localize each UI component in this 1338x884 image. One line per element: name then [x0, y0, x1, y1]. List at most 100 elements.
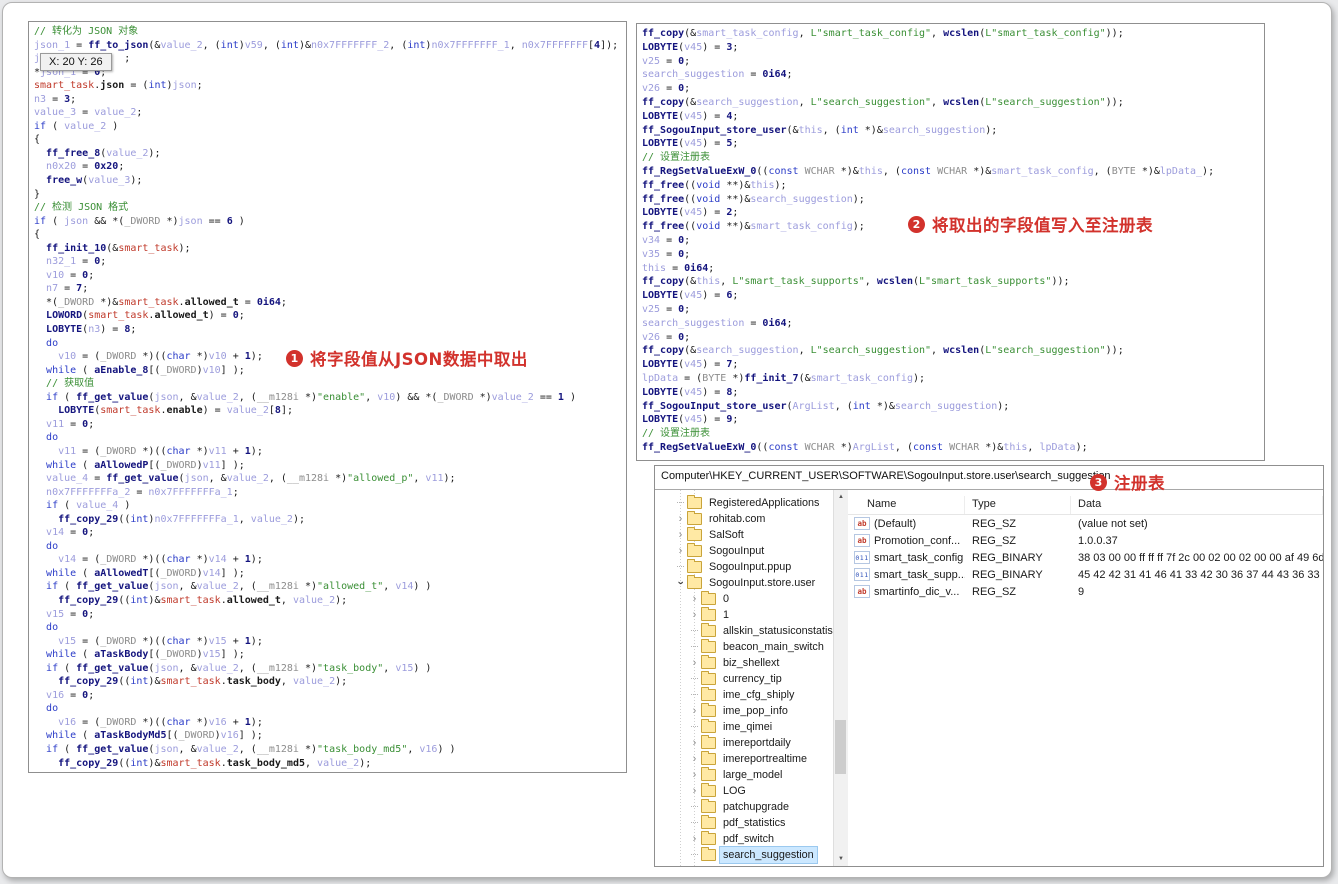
reg-sz-icon: ab: [854, 517, 870, 530]
registry-tree-item-patchupgrade[interactable]: patchupgrade: [655, 799, 833, 815]
registry-tree-item-beacon_main_switch[interactable]: beacon_main_switch: [655, 639, 833, 655]
chevron-right-icon[interactable]: ›: [688, 705, 701, 717]
code-line: v25 = 0;: [642, 303, 691, 315]
chevron-right-icon[interactable]: ›: [688, 737, 701, 749]
registry-tree-item-SogouInput.store.user[interactable]: › SogouInput.store.user: [655, 575, 833, 591]
chevron-right-icon[interactable]: ›: [674, 513, 687, 525]
folder-icon: [701, 607, 716, 621]
registry-value-row[interactable]: 011 smart_task_supp... REG_BINARY 45 42 42 …: [848, 566, 1323, 583]
tree-dash: [674, 561, 687, 573]
folder-icon: [687, 527, 702, 541]
registry-tree-item-search_suggestion[interactable]: search_suggestion: [655, 846, 833, 864]
registry-tree-item-0[interactable]: › 0: [655, 591, 833, 607]
registry-value-row[interactable]: 011 smart_task_config REG_BINARY 38 03 00 0…: [848, 549, 1323, 566]
chevron-right-icon[interactable]: ›: [688, 769, 701, 781]
code-line: json_1 = ff_to_json(&value_2, (int)v59, …: [34, 39, 619, 51]
step-2-text: 将取出的字段值写入至注册表: [932, 216, 1153, 235]
registry-tree-item-SalSoft[interactable]: › SalSoft: [655, 527, 833, 543]
column-header-type[interactable]: Type: [965, 496, 1071, 514]
scroll-up-icon[interactable]: ▲: [834, 490, 848, 504]
folder-icon: [687, 575, 702, 589]
registry-tree-item-biz_shellext[interactable]: › biz_shellext: [655, 655, 833, 671]
values-header-row: Name Type Data: [848, 496, 1323, 515]
registry-value-row[interactable]: ab Promotion_conf... REG_SZ 1.0.0.37: [848, 532, 1323, 549]
registry-tree-item-ime_qimei[interactable]: ime_qimei: [655, 719, 833, 735]
code-line: while ( aAllowedT[(_DWORD)v14] );: [46, 567, 245, 579]
value-data: 1.0.0.37: [1078, 534, 1118, 547]
chevron-right-icon[interactable]: ›: [688, 657, 701, 669]
code-line: ff_free((void **)&this);: [642, 179, 787, 191]
decompiler-panel-json-parse: // 转化为 JSON 对象 json_1 = ff_to_json(&value…: [28, 21, 627, 773]
registry-tree-item-large_model[interactable]: › large_model: [655, 767, 833, 783]
chevron-right-icon[interactable]: ›: [688, 833, 701, 845]
folder-icon: [701, 671, 716, 685]
registry-tree-item-imereportdaily[interactable]: › imereportdaily: [655, 735, 833, 751]
folder-icon: [701, 831, 716, 845]
column-header-data[interactable]: Data: [1071, 496, 1323, 514]
code-line: LOBYTE(v45) = 6;: [642, 290, 739, 302]
folder-icon: [701, 623, 716, 637]
registry-tree-item-allskin_statusiconstatis[interactable]: allskin_statusiconstatis: [655, 623, 833, 639]
registry-tree-item-LOG[interactable]: › LOG: [655, 783, 833, 799]
code-line: *json_1 = 0;: [34, 66, 107, 78]
code-line: LOBYTE(v45) = 3;: [642, 41, 739, 53]
folder-icon: [701, 655, 716, 669]
registry-editor-panel: Computer\HKEY_CURRENT_USER\SOFTWARE\Sogo…: [654, 465, 1324, 867]
column-header-name[interactable]: Name: [848, 496, 965, 514]
code-line: // 检测 JSON 格式: [34, 202, 129, 214]
cursor-position-tooltip: X: 20 Y: 26: [40, 53, 112, 71]
chevron-right-icon[interactable]: ›: [688, 785, 701, 797]
value-type: REG_BINARY: [972, 568, 1043, 581]
chevron-down-icon[interactable]: ›: [675, 577, 687, 590]
tree-dash: [688, 689, 701, 701]
tree-item-label: ime_cfg_shiply: [723, 689, 795, 701]
code-line: ff_RegSetValueExW_0((const WCHAR *)ArgLi…: [642, 441, 1088, 453]
values-rows: ab (Default) REG_SZ (value not set) ab Promot…: [848, 515, 1323, 600]
chevron-right-icon[interactable]: ›: [688, 609, 701, 621]
scroll-down-icon[interactable]: ▼: [834, 852, 848, 866]
scrollbar-thumb[interactable]: [835, 720, 846, 774]
registry-tree-item-ime_pop_info[interactable]: › ime_pop_info: [655, 703, 833, 719]
registry-tree-item-1[interactable]: › 1: [655, 607, 833, 623]
chevron-right-icon[interactable]: ›: [688, 593, 701, 605]
code-line: ff_copy(&search_suggestion, L"search_sug…: [642, 345, 1124, 357]
registry-tree-item-imereportrealtime[interactable]: › imereportrealtime: [655, 751, 833, 767]
code-line: search_suggestion = 0i64;: [642, 69, 793, 81]
tree-scrollbar[interactable]: ▲ ▼: [833, 490, 848, 866]
registry-tree-item-SogouInput.ppup[interactable]: SogouInput.ppup: [655, 559, 833, 575]
chevron-right-icon[interactable]: ›: [674, 529, 687, 541]
chevron-right-icon[interactable]: ›: [688, 753, 701, 765]
registry-tree-item-SogouInput[interactable]: › SogouInput: [655, 543, 833, 559]
value-type: REG_SZ: [972, 517, 1017, 530]
registry-tree-item-rohitab.com[interactable]: › rohitab.com: [655, 511, 833, 527]
folder-icon: [687, 511, 702, 525]
tree-item-label: currency_tip: [723, 673, 782, 685]
registry-value-row[interactable]: ab smartinfo_dic_v... REG_SZ 9: [848, 583, 1323, 600]
value-type: REG_SZ: [972, 585, 1017, 598]
code-line: v10 = 0;: [46, 269, 95, 281]
tree-item-label: 1: [723, 609, 730, 621]
tree-item-label: RegisteredApplications: [709, 497, 820, 509]
registry-address-bar[interactable]: Computer\HKEY_CURRENT_USER\SOFTWARE\Sogo…: [655, 466, 1323, 490]
tree-item-label: beacon_main_switch: [723, 641, 824, 653]
folder-icon: [701, 703, 716, 717]
code-line: // 获取值: [46, 378, 95, 390]
registry-tree-item-pdf_switch[interactable]: › pdf_switch: [655, 831, 833, 847]
tree-item-label: imereportrealtime: [723, 753, 808, 765]
tree-item-label: SogouInput.store.user: [709, 577, 816, 589]
value-data: (value not set): [1078, 517, 1148, 530]
registry-value-row[interactable]: ab (Default) REG_SZ (value not set): [848, 515, 1323, 532]
registry-tree-item-pdf_statistics[interactable]: pdf_statistics: [655, 815, 833, 831]
code-line: LOBYTE(v45) = 7;: [642, 359, 739, 371]
registry-tree-item-RegisteredApplications[interactable]: RegisteredApplications: [655, 495, 833, 511]
value-name: smart_task_config: [874, 551, 964, 564]
code-line: v35 = 0;: [642, 248, 691, 260]
registry-tree-item-currency_tip[interactable]: currency_tip: [655, 671, 833, 687]
registry-tree-item-ime_cfg_shiply[interactable]: ime_cfg_shiply: [655, 687, 833, 703]
tree-item-label: imereportdaily: [723, 737, 791, 749]
code-line: LOBYTE(n3) = 8;: [46, 324, 137, 336]
code-line: v15 = 0;: [46, 608, 95, 620]
step-1-text: 将字段值从JSON数据中取出: [310, 350, 528, 369]
chevron-right-icon[interactable]: ›: [674, 545, 687, 557]
code-line: if ( ff_get_value(json, &value_2, (__m12…: [46, 743, 456, 755]
